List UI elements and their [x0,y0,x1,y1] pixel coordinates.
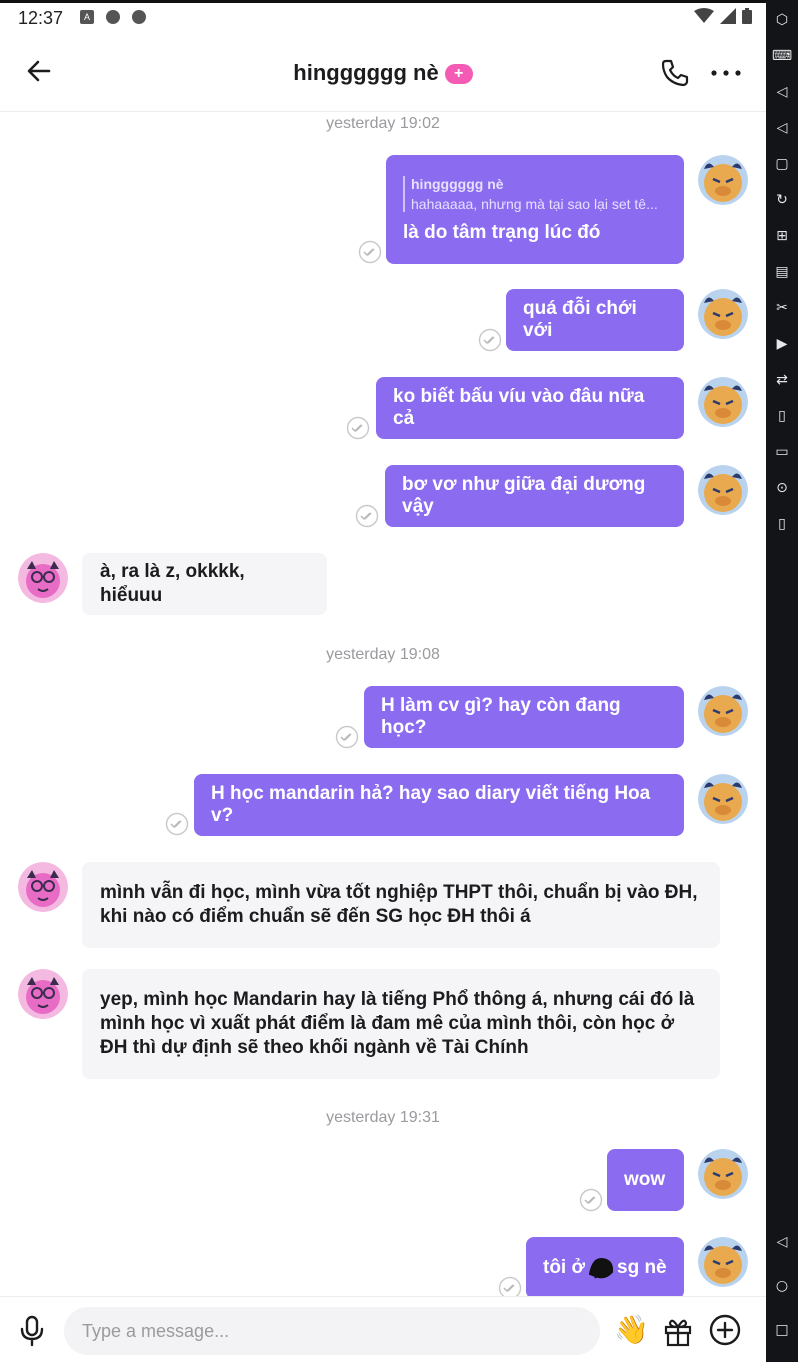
my-avatar[interactable] [698,686,748,736]
outgoing-message[interactable]: H học mandarin hả? hay sao diary viết ti… [194,774,684,836]
nav-home-icon[interactable]: ○ [772,1276,792,1296]
plus-badge: + [444,64,473,84]
scribble-redaction [588,1257,614,1279]
my-avatar[interactable] [698,289,748,339]
chat-title[interactable]: hingggggg nè [293,60,438,85]
incoming-message[interactable]: mình vẫn đi học, mình vừa tốt nghiệp THP… [82,862,720,948]
mic-icon[interactable] [18,1315,46,1347]
quote-text: hahaaaaa, nhưng mà tại sao lại set tê... [411,195,658,212]
wifi-icon [694,8,714,23]
timestamp: yesterday 19:02 [326,115,440,132]
outgoing-message[interactable]: tôi ở sg nè [526,1237,684,1299]
message-list[interactable]: yesterday 19:02 hingggggg nè hahaaaaa, n… [0,112,766,1300]
my-avatar[interactable] [698,1149,748,1199]
outgoing-message[interactable]: ko biết bấu víu vào đâu nữa cả [376,377,684,439]
status-bar-edge [0,0,766,3]
read-check-icon [165,812,189,836]
timestamp: yesterday 19:31 [326,1109,440,1126]
chat-header: hingggggg nè + [0,36,766,112]
volume-down-icon[interactable]: ◁ [772,118,792,138]
message-text: yep, mình học Mandarin hay là tiếng Phổ … [100,989,695,1058]
message-text: tôi ở [543,1257,585,1278]
message-text: wow [624,1169,666,1190]
read-check-icon [579,1188,603,1212]
shield-icon [106,10,120,24]
outgoing-message[interactable]: wow [607,1149,684,1211]
install-icon[interactable]: ⊞ [772,226,792,246]
reply-quote[interactable]: hingggggg nè hahaaaaa, nhưng mà tại sao … [403,175,667,212]
status-bar: 12:37 A [0,0,766,36]
emulator-toolbar: ⬡ ⌨ ◁ ◁ ▢ ↻ ⊞ ▤ ✂ ▶ ⇄ ▯ ▭ ⊙ ▯ ◁ ○ □ [766,0,798,1362]
sync-icon[interactable]: ⇄ [772,370,792,390]
battery-icon [742,8,752,24]
message-input[interactable] [64,1307,600,1355]
status-right [694,8,752,24]
message-text: H làm cv gì? hay còn đang học? [381,695,621,738]
message-text: quá đỗi chới với [523,298,637,341]
screenshot-icon[interactable]: ▢ [772,154,792,174]
read-check-icon [346,416,370,440]
read-check-icon [478,328,502,352]
phone-icon[interactable] [658,56,692,90]
outgoing-message[interactable]: bơ vơ như giữa đại dương vậy [385,465,684,527]
wave-hand-icon[interactable]: 👋 [614,1313,649,1347]
quote-author: hingggggg nè [411,175,504,192]
message-text: là do tâm trạng lúc đó [403,221,601,243]
contact-avatar[interactable] [18,862,68,912]
incoming-message[interactable]: à, ra là z, okkkk, hiểuuu [82,553,327,615]
folder-icon[interactable]: ▭ [772,442,792,462]
read-check-icon [335,725,359,749]
nav-recents-icon[interactable]: □ [772,1320,792,1340]
keyboard-icon[interactable]: ⌨ [772,46,792,66]
shield-icon [132,10,146,24]
add-circle-icon[interactable] [708,1313,742,1347]
timestamp: yesterday 19:08 [326,646,440,663]
message-text: mình vẫn đi học, mình vừa tốt nghiệp THP… [100,882,698,927]
contact-avatar[interactable] [18,553,68,603]
outgoing-message[interactable]: hingggggg nè hahaaaaa, nhưng mà tại sao … [386,155,684,264]
message-text: H học mandarin hả? hay sao diary viết ti… [211,783,651,826]
message-text-after: sg nè [617,1257,667,1278]
apk-icon[interactable]: ▤ [772,262,792,282]
location-icon[interactable]: ⊙ [772,478,792,498]
nav-back-icon[interactable]: ◁ [772,1232,792,1252]
notification-a-icon: A [80,10,94,24]
message-text: ko biết bấu víu vào đâu nữa cả [393,386,645,429]
my-avatar[interactable] [698,1237,748,1287]
chat-screen: 12:37 A hingggggg nè + yesterday 19:02 h… [0,0,766,1362]
settings-icon[interactable]: ⬡ [772,10,792,30]
outgoing-message[interactable]: H làm cv gì? hay còn đang học? [364,686,684,748]
device-icon[interactable]: ▯ [772,514,792,534]
rotate-icon[interactable]: ↻ [772,190,792,210]
message-text: à, ra là z, okkkk, hiểuuu [100,561,245,606]
outgoing-message[interactable]: quá đỗi chới với [506,289,684,351]
message-composer: 👋 [0,1296,766,1362]
gift-icon[interactable] [662,1315,694,1347]
message-text: bơ vơ như giữa đại dương vậy [402,474,646,517]
incoming-message[interactable]: yep, mình học Mandarin hay là tiếng Phổ … [82,969,720,1079]
my-avatar[interactable] [698,155,748,205]
record-icon[interactable]: ▶ [772,334,792,354]
read-check-icon [358,240,382,264]
read-check-icon [355,504,379,528]
title-wrap: hingggggg nè + [0,60,766,86]
scissors-icon[interactable]: ✂ [772,298,792,318]
my-avatar[interactable] [698,377,748,427]
status-time: 12:37 [18,8,64,28]
contact-avatar[interactable] [18,969,68,1019]
more-icon[interactable] [708,56,744,90]
volume-up-icon[interactable]: ◁ [772,82,792,102]
my-avatar[interactable] [698,774,748,824]
shake-icon[interactable]: ▯ [772,406,792,426]
my-avatar[interactable] [698,465,748,515]
signal-icon [720,8,736,24]
